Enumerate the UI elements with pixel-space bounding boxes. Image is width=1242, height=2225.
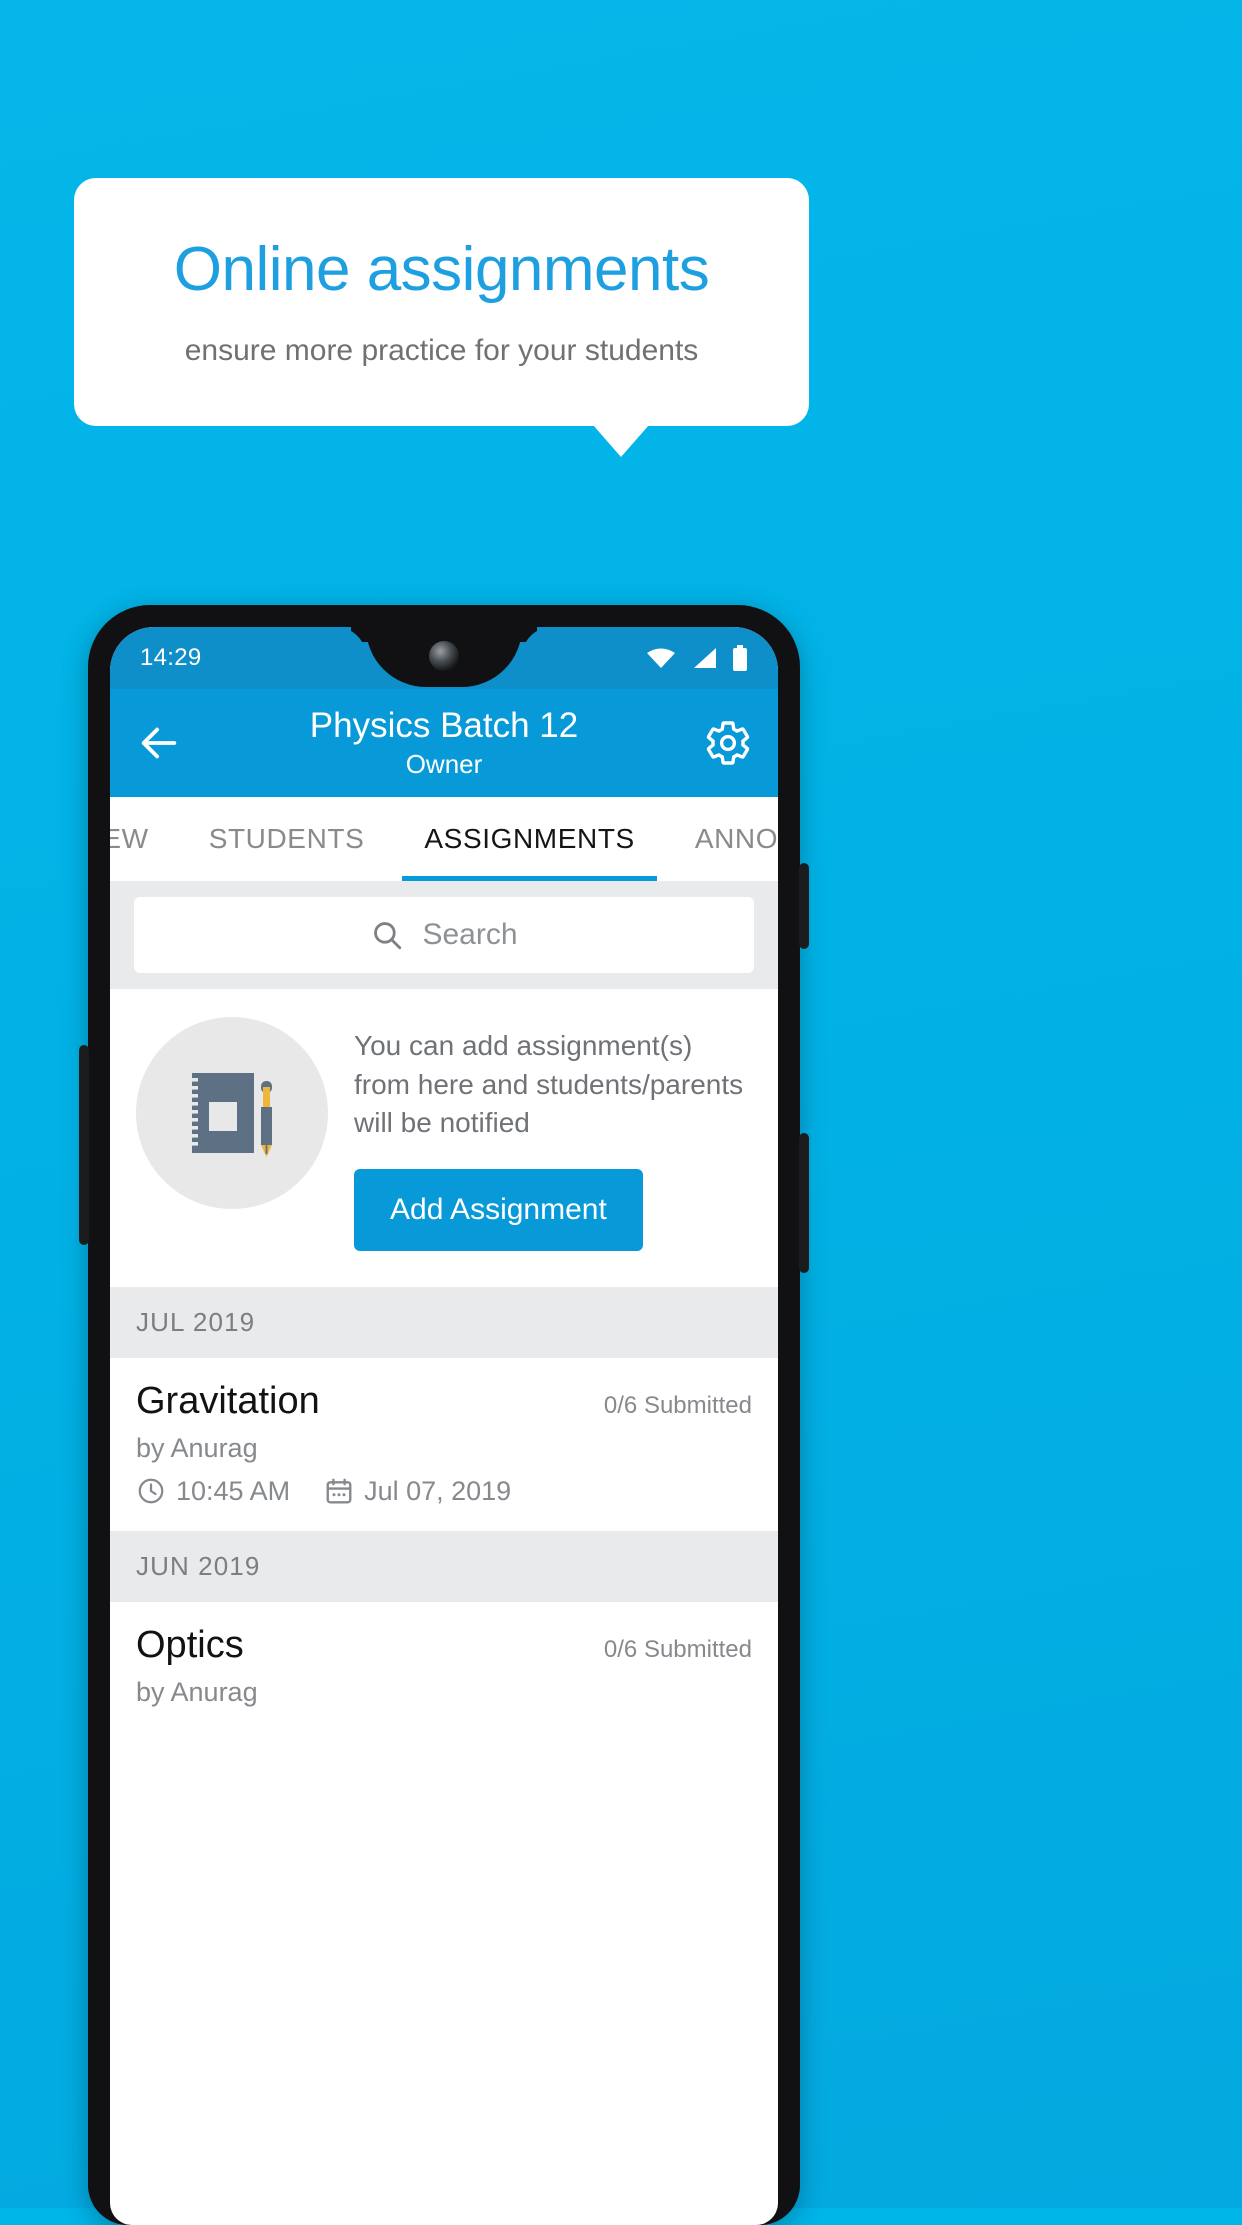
tab-overview[interactable]: IEW bbox=[110, 797, 179, 881]
front-camera bbox=[429, 641, 459, 671]
assignment-meta: 10:45 AM Jul 07, 2019 bbox=[136, 1476, 752, 1507]
promo-callout-tail bbox=[593, 425, 649, 457]
promo-subtitle: ensure more practice for your students bbox=[184, 334, 699, 368]
promo-title: Online assignments bbox=[173, 234, 710, 304]
empty-state-message: You can add assignment(s) from here and … bbox=[354, 1030, 744, 1139]
phone-device-frame: 14:29 Physics Batch 12 Owner EW STUDENTS… bbox=[79, 605, 809, 2225]
phone-screen: 14:29 Physics Batch 12 Owner EW STUDENTS… bbox=[110, 627, 778, 2225]
status-time: 14:29 bbox=[140, 644, 202, 671]
notebook-and-pen-icon bbox=[136, 1017, 328, 1209]
assignment-date: Jul 07, 2019 bbox=[364, 1475, 512, 1506]
signal-icon bbox=[694, 648, 716, 668]
status-icons bbox=[646, 645, 748, 671]
tab-bar: IEW STUDENTS ASSIGNMENTS ANNOUNCEMENTS bbox=[110, 797, 778, 881]
phone-power-button[interactable] bbox=[799, 863, 809, 949]
tab-announcements[interactable]: ANNOUNCEMENTS bbox=[665, 797, 778, 881]
battery-icon bbox=[733, 645, 747, 671]
gear-icon[interactable] bbox=[704, 719, 752, 767]
app-bar: Physics Batch 12 Owner bbox=[110, 689, 778, 797]
status-bar: 14:29 bbox=[110, 627, 778, 689]
month-header-jun: JUN 2019 bbox=[110, 1530, 778, 1602]
empty-state-card: You can add assignment(s) from here and … bbox=[110, 989, 778, 1287]
page-title: Physics Batch 12 bbox=[309, 706, 579, 746]
clock-icon bbox=[138, 1479, 164, 1504]
search-container: Search bbox=[110, 881, 778, 989]
assignment-header: Gravitation 0/6 Submitted bbox=[136, 1380, 752, 1423]
page-subtitle: Owner bbox=[405, 748, 483, 779]
assignment-title: Optics bbox=[136, 1623, 244, 1666]
assignment-submitted-count: 0/6 Submitted bbox=[603, 1635, 752, 1663]
phone-side-button-left[interactable] bbox=[79, 1045, 89, 1245]
assignment-header: Optics 0/6 Submitted bbox=[136, 1624, 752, 1667]
assignment-title: Gravitation bbox=[136, 1379, 320, 1422]
assignment-time: 10:45 AM bbox=[176, 1475, 291, 1506]
assignment-row-gravitation[interactable]: Gravitation 0/6 Submitted by Anurag 10:4… bbox=[110, 1357, 778, 1531]
assignment-author: by Anurag bbox=[136, 1432, 258, 1463]
assignment-submitted-count: 0/6 Submitted bbox=[603, 1391, 752, 1419]
month-header-jul: JUL 2019 bbox=[110, 1286, 778, 1358]
wifi-icon bbox=[647, 648, 675, 668]
app-bar-titles: Physics Batch 12 Owner bbox=[110, 706, 778, 779]
add-assignment-button[interactable]: Add Assignment bbox=[354, 1168, 643, 1251]
search-placeholder: Search bbox=[422, 918, 518, 951]
search-icon bbox=[374, 922, 402, 950]
search-input[interactable]: Search bbox=[134, 897, 754, 973]
back-arrow-icon[interactable] bbox=[136, 720, 182, 766]
assignment-row-optics[interactable]: Optics 0/6 Submitted by Anurag bbox=[110, 1601, 778, 1732]
assignment-author: by Anurag bbox=[136, 1676, 258, 1707]
calendar-icon bbox=[326, 1478, 352, 1504]
tab-assignments[interactable]: ASSIGNMENTS bbox=[394, 797, 664, 881]
promo-callout-card: Online assignments ensure more practice … bbox=[74, 178, 809, 426]
phone-volume-button[interactable] bbox=[799, 1133, 809, 1273]
empty-state-content: You can add assignment(s) from here and … bbox=[354, 1017, 752, 1251]
tab-students[interactable]: STUDENTS bbox=[179, 797, 395, 881]
